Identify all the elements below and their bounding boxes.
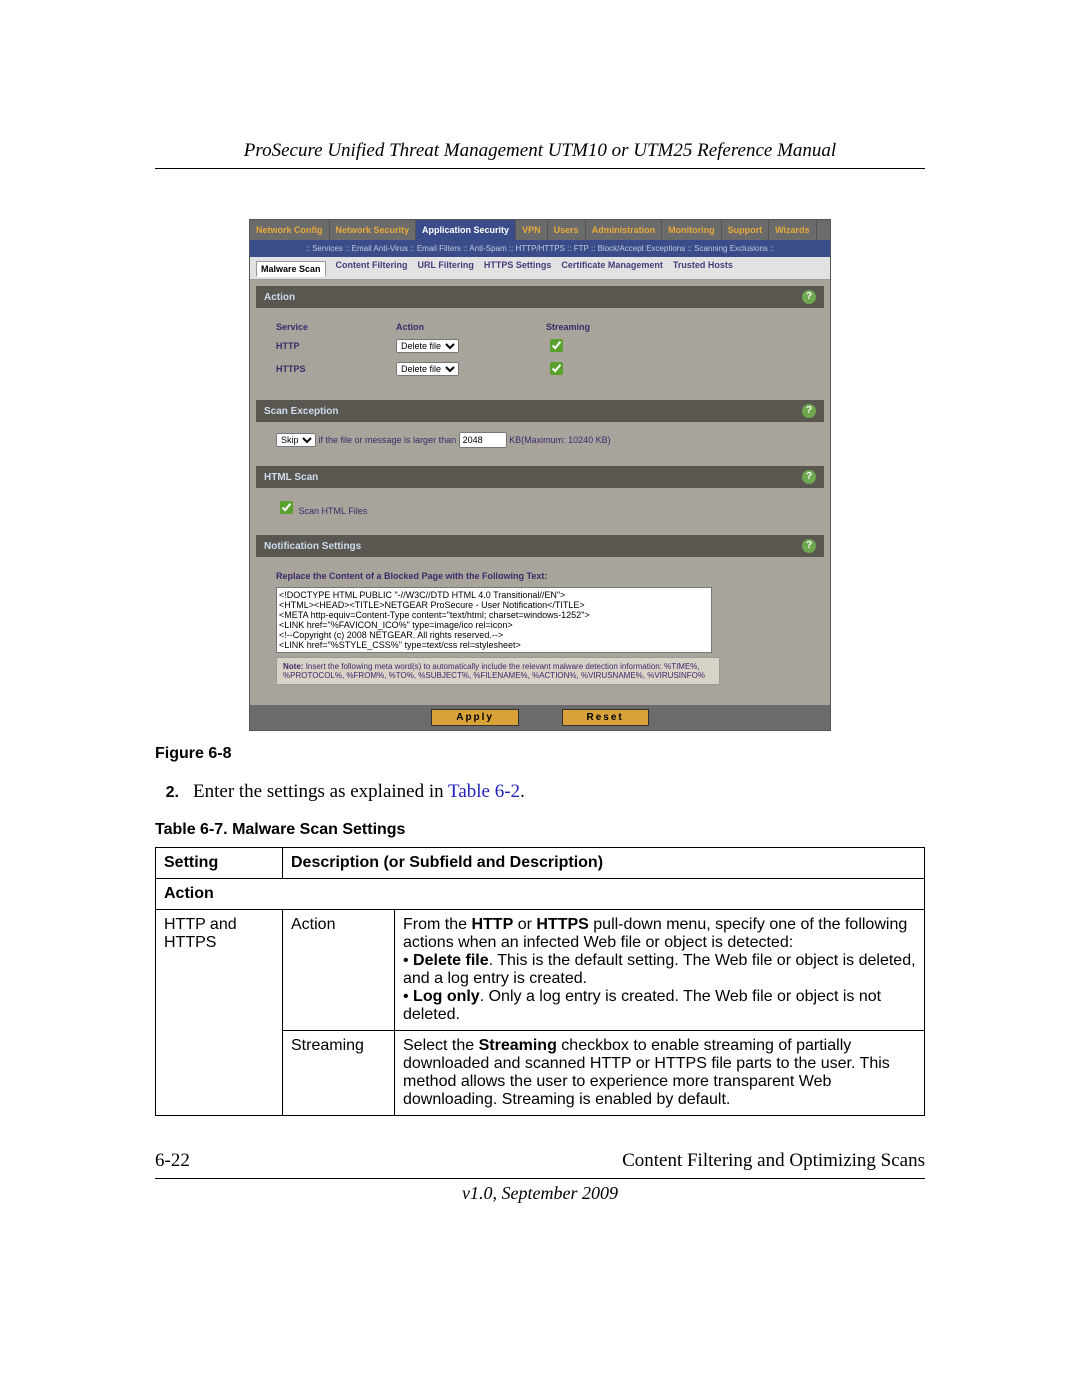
- help-icon[interactable]: ?: [802, 290, 816, 304]
- cell-streaming-desc: Select the Streaming checkbox to enable …: [395, 1031, 925, 1116]
- scan-html-checkbox[interactable]: [280, 501, 293, 514]
- apply-button[interactable]: Apply: [431, 709, 519, 726]
- step-2: 2. Enter the settings as explained in Ta…: [155, 781, 925, 803]
- tab-monitoring[interactable]: Monitoring: [662, 220, 722, 240]
- bold-streaming: Streaming: [479, 1037, 557, 1054]
- tab-network-config[interactable]: Network Config: [250, 220, 330, 240]
- header-rule: [155, 168, 925, 169]
- scan-html-label: Scan HTML Files: [299, 506, 368, 516]
- note-label: Note:: [283, 662, 303, 671]
- section-action-title: Action: [264, 292, 295, 303]
- service-https: HTTPS: [276, 364, 356, 374]
- skip-select[interactable]: Skip: [276, 433, 316, 447]
- th-desc: Description (or Subfield and Description…: [283, 848, 925, 879]
- help-icon[interactable]: ?: [802, 539, 816, 553]
- tab2-https-settings[interactable]: HTTPS Settings: [484, 260, 552, 276]
- section-scanexc-title: Scan Exception: [264, 406, 338, 417]
- scanexc-suffix: KB(Maximum: 10240 KB): [509, 435, 611, 445]
- th-setting: Setting: [156, 848, 283, 879]
- running-header: ProSecure Unified Threat Management UTM1…: [155, 140, 925, 162]
- screenshot-panel: Network Config Network Security Applicat…: [249, 219, 831, 731]
- section-notif-header: Notification Settings ?: [256, 535, 824, 557]
- tab2-content-filtering[interactable]: Content Filtering: [336, 260, 408, 276]
- tab-users[interactable]: Users: [548, 220, 586, 240]
- section-row-action: Action: [156, 879, 925, 910]
- table-caption: Table 6-7. Malware Scan Settings: [155, 821, 925, 839]
- secondary-tabs: Malware Scan Content Filtering URL Filte…: [250, 257, 830, 280]
- section-action-header: Action ?: [256, 286, 824, 308]
- scanexc-size-input[interactable]: [459, 432, 507, 448]
- step-link[interactable]: Table 6-2: [448, 781, 520, 802]
- tab-admin[interactable]: Administration: [586, 220, 663, 240]
- footer-rule: [155, 1178, 925, 1179]
- step-text-post: .: [520, 781, 525, 802]
- footer-version: v1.0, September 2009: [155, 1183, 925, 1204]
- tab-application-security[interactable]: Application Security: [416, 220, 516, 240]
- txt: From the: [403, 916, 471, 933]
- col-action: Action: [396, 322, 506, 332]
- col-streaming: Streaming: [546, 322, 626, 332]
- tab2-trusted-hosts[interactable]: Trusted Hosts: [673, 260, 733, 276]
- tab2-malware-scan[interactable]: Malware Scan: [256, 261, 326, 277]
- service-http: HTTP: [276, 341, 356, 351]
- scanexc-mid: if the file or message is larger than: [319, 435, 457, 445]
- section-scanexc-header: Scan Exception ?: [256, 400, 824, 422]
- page-number: 6-22: [155, 1150, 190, 1172]
- figure-caption: Figure 6-8: [155, 745, 925, 763]
- http-action-select[interactable]: Delete file: [396, 339, 459, 353]
- note-body: Insert the following meta word(s) to aut…: [283, 662, 705, 680]
- https-action-select[interactable]: Delete file: [396, 362, 459, 376]
- help-icon[interactable]: ?: [802, 470, 816, 484]
- bold-http: HTTP: [471, 916, 513, 933]
- tab-support[interactable]: Support: [722, 220, 770, 240]
- tab2-url-filtering[interactable]: URL Filtering: [418, 260, 474, 276]
- cell-action-desc: From the HTTP or HTTPS pull-down menu, s…: [395, 910, 925, 1031]
- section-htmlscan-title: HTML Scan: [264, 472, 318, 483]
- bold-delete-file: Delete file: [413, 952, 489, 969]
- tab-wizards[interactable]: Wizards: [769, 220, 816, 240]
- tab-vpn[interactable]: VPN: [516, 220, 548, 240]
- http-streaming-checkbox[interactable]: [550, 339, 563, 352]
- step-text-pre: Enter the settings as explained in: [193, 781, 448, 802]
- tab-network-security[interactable]: Network Security: [330, 220, 417, 240]
- chapter-title: Content Filtering and Optimizing Scans: [622, 1150, 925, 1172]
- tab2-cert-mgmt[interactable]: Certificate Management: [561, 260, 663, 276]
- txt: or: [513, 916, 536, 933]
- button-bar: Apply Reset: [250, 705, 830, 730]
- note-box: Note: Insert the following meta word(s) …: [276, 657, 720, 685]
- help-icon[interactable]: ?: [802, 404, 816, 418]
- col-service: Service: [276, 322, 356, 332]
- cell-http-https: HTTP and HTTPS: [156, 910, 283, 1116]
- cell-streaming-sub: Streaming: [283, 1031, 395, 1116]
- bold-https: HTTPS: [536, 916, 588, 933]
- section-htmlscan-header: HTML Scan ?: [256, 466, 824, 488]
- notification-textarea[interactable]: <!DOCTYPE HTML PUBLIC "-//W3C//DTD HTML …: [276, 587, 712, 653]
- main-tabs: Network Config Network Security Applicat…: [250, 220, 830, 240]
- https-streaming-checkbox[interactable]: [550, 362, 563, 375]
- replace-label: Replace the Content of a Blocked Page wi…: [276, 571, 804, 581]
- reset-button[interactable]: Reset: [562, 709, 649, 726]
- section-notif-title: Notification Settings: [264, 541, 361, 552]
- txt: Select the: [403, 1037, 479, 1054]
- settings-table: Setting Description (or Subfield and Des…: [155, 847, 925, 1116]
- sub-nav-bar: :: Services :: Email Anti-Virus :: Email…: [250, 240, 830, 257]
- step-number: 2.: [155, 784, 179, 802]
- cell-action-sub: Action: [283, 910, 395, 1031]
- bold-log-only: Log only: [413, 988, 480, 1005]
